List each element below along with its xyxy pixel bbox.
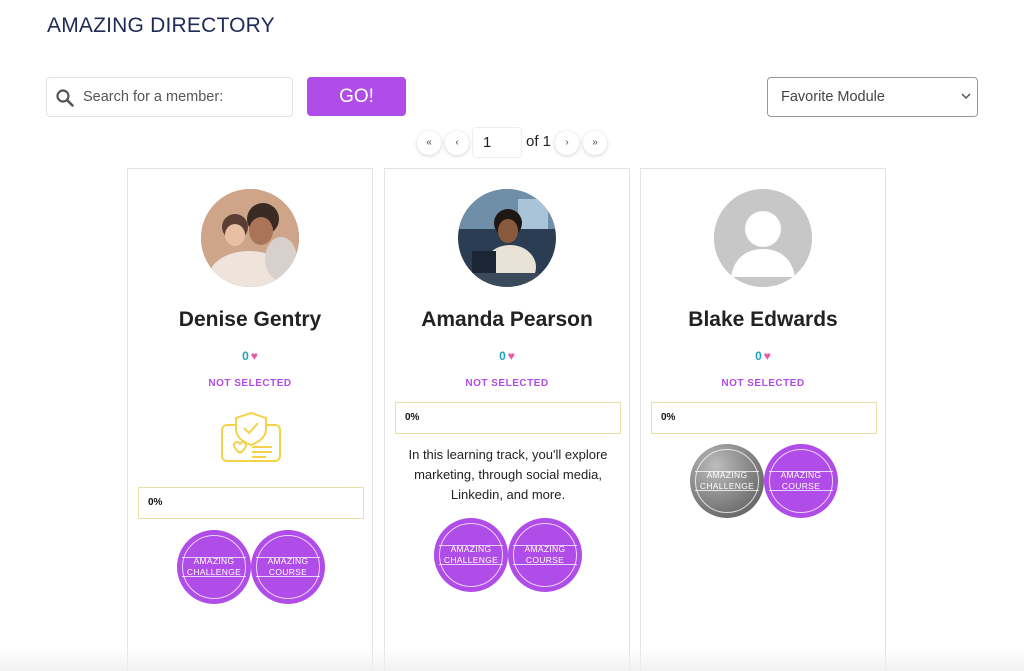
selection-status: NOT SELECTED bbox=[465, 378, 549, 389]
default-user-icon bbox=[714, 189, 812, 287]
search-icon bbox=[56, 89, 74, 107]
progress-bar: 0% bbox=[651, 402, 877, 434]
amazing-course-badge[interactable]: AMAZING COURSE bbox=[508, 518, 582, 592]
search-box bbox=[46, 77, 293, 117]
member-name[interactable]: Blake Edwards bbox=[641, 308, 885, 332]
selection-status: NOT SELECTED bbox=[208, 378, 292, 389]
pagination: « ‹ 1 of 1 › » bbox=[0, 127, 1024, 159]
badge-label: AMAZING CHALLENGE bbox=[443, 544, 499, 565]
member-card[interactable]: Amanda Pearson 0 ♥ NOT SELECTED 0% In thi… bbox=[384, 168, 630, 671]
amazing-challenge-badge[interactable]: AMAZING CHALLENGE bbox=[434, 518, 508, 592]
favorite-module-select[interactable]: Favorite Module bbox=[767, 77, 978, 117]
avatar[interactable] bbox=[201, 189, 299, 287]
amazing-challenge-badge[interactable]: AMAZING CHALLENGE bbox=[177, 530, 251, 604]
next-page-button[interactable]: › bbox=[555, 131, 579, 155]
last-page-button[interactable]: » bbox=[583, 131, 607, 155]
amazing-course-badge[interactable]: AMAZING COURSE bbox=[764, 444, 838, 518]
badge-label: AMAZING CHALLENGE bbox=[699, 470, 755, 491]
progress-bar: 0% bbox=[395, 402, 621, 434]
favorite-module-selected: Favorite Module bbox=[781, 89, 885, 105]
module-description: In this learning track, you'll explore m… bbox=[408, 447, 608, 502]
likes-value: 0 bbox=[499, 349, 506, 363]
avatar[interactable] bbox=[714, 189, 812, 287]
chevron-down-icon bbox=[961, 93, 971, 100]
likes-count[interactable]: 0 ♥ bbox=[385, 349, 629, 363]
member-card[interactable]: Denise Gentry 0 ♥ NOT SELECTED 0% AMAZING… bbox=[127, 168, 373, 671]
badge-label: AMAZING COURSE bbox=[524, 544, 566, 565]
member-name[interactable]: Denise Gentry bbox=[128, 308, 372, 332]
badge-label: AMAZING COURSE bbox=[267, 556, 309, 577]
go-button[interactable]: GO! bbox=[307, 77, 406, 116]
likes-value: 0 bbox=[242, 349, 249, 363]
badge-label: AMAZING COURSE bbox=[780, 470, 822, 491]
first-page-button[interactable]: « bbox=[417, 131, 441, 155]
page-title: AMAZING DIRECTORY bbox=[47, 14, 275, 37]
page-count-label: of 1 bbox=[526, 133, 552, 150]
bottom-fade bbox=[0, 647, 1024, 671]
likes-count[interactable]: 0 ♥ bbox=[641, 349, 885, 363]
favorite-module-icon bbox=[221, 411, 281, 462]
member-card[interactable]: Blake Edwards 0 ♥ NOT SELECTED 0% AMAZING… bbox=[640, 168, 886, 671]
avatar[interactable] bbox=[458, 189, 556, 287]
heart-icon: ♥ bbox=[763, 349, 771, 363]
page-number-input[interactable]: 1 bbox=[472, 127, 522, 158]
amazing-challenge-badge[interactable]: AMAZING CHALLENGE bbox=[690, 444, 764, 518]
prev-page-button[interactable]: ‹ bbox=[445, 131, 469, 155]
search-input[interactable] bbox=[83, 78, 283, 116]
member-name[interactable]: Amanda Pearson bbox=[385, 308, 629, 332]
amazing-course-badge[interactable]: AMAZING COURSE bbox=[251, 530, 325, 604]
likes-count[interactable]: 0 ♥ bbox=[128, 349, 372, 363]
heart-icon: ♥ bbox=[507, 349, 515, 363]
progress-bar: 0% bbox=[138, 487, 364, 519]
selection-status: NOT SELECTED bbox=[721, 378, 805, 389]
heart-icon: ♥ bbox=[250, 349, 258, 363]
badge-label: AMAZING CHALLENGE bbox=[186, 556, 242, 577]
likes-value: 0 bbox=[755, 349, 762, 363]
